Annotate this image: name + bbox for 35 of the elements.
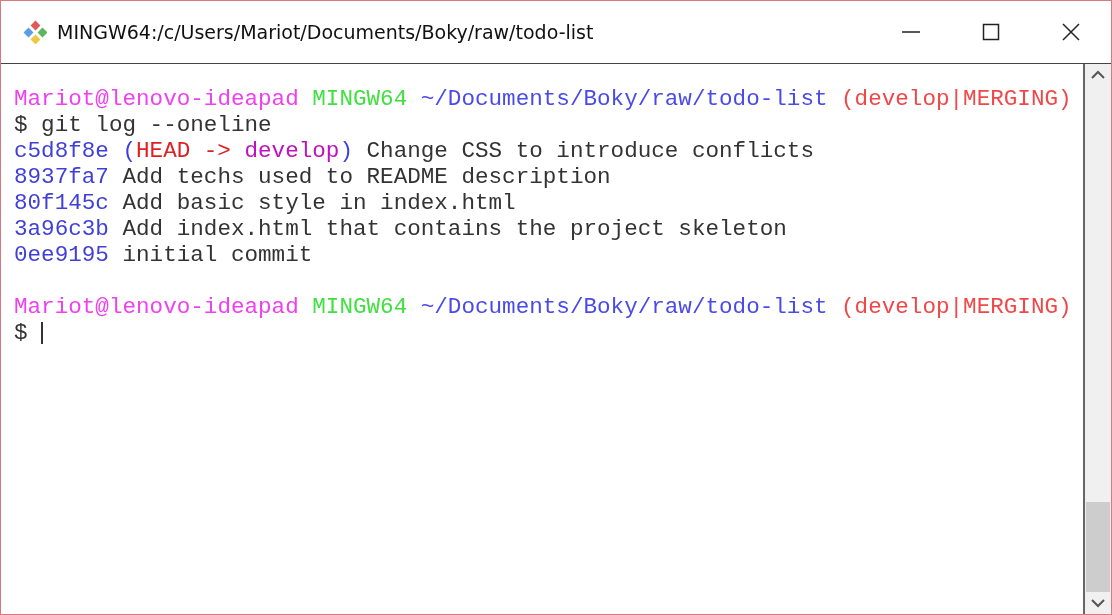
- commit-message: Add basic style in index.html: [122, 190, 516, 216]
- prompt-branch: (develop|MERGING): [841, 86, 1072, 112]
- commit-message: Change CSS to introduce conflicts: [366, 138, 814, 164]
- commit-message: Add index.html that contains the project skeleton: [122, 216, 787, 242]
- scrollbar-thumb[interactable]: [1086, 502, 1110, 592]
- maximize-icon: [981, 22, 1001, 42]
- scroll-up-icon[interactable]: [1090, 70, 1106, 80]
- prompt-branch: (develop|MERGING): [841, 294, 1072, 320]
- commit-hash: 8937fa7: [14, 164, 109, 190]
- commit-hash: 80f145c: [14, 190, 109, 216]
- prompt-path: ~/Documents/Boky/raw/todo-list: [420, 86, 828, 112]
- prompt-system: MINGW64: [312, 86, 408, 112]
- commit-hash: c5d8f8e: [14, 138, 109, 164]
- scroll-down-icon[interactable]: [1090, 598, 1106, 608]
- ref-text: ): [339, 138, 353, 164]
- commit-message: initial commit: [122, 242, 313, 268]
- prompt-sign: $: [14, 112, 28, 138]
- scrollbar[interactable]: [1083, 64, 1111, 614]
- commit-message: Add techs used to README description: [122, 164, 611, 190]
- commit-hash: 3a96c3b: [14, 216, 109, 242]
- ref-text: develop: [244, 138, 340, 164]
- prompt-user: Mariot@lenovo-ideapad: [14, 86, 299, 112]
- commit-hash: 0ee9195: [14, 242, 109, 268]
- prompt-sign: $: [14, 320, 28, 346]
- minimize-icon: [902, 31, 920, 33]
- prompt-system: MINGW64: [312, 294, 408, 320]
- command-text: git log --oneline: [41, 112, 272, 138]
- window-title: MINGW64:/c/Users/Mariot/Documents/Boky/raw/todo-list: [57, 21, 595, 43]
- ref-text: HEAD: [136, 138, 191, 164]
- ref-text: ->: [203, 138, 231, 164]
- ref-text: (: [122, 138, 137, 164]
- prompt-user: Mariot@lenovo-ideapad: [14, 294, 299, 320]
- diamond-icon: [23, 20, 47, 44]
- prompt-path: ~/Documents/Boky/raw/todo-list: [420, 294, 828, 320]
- close-icon: [1061, 22, 1081, 42]
